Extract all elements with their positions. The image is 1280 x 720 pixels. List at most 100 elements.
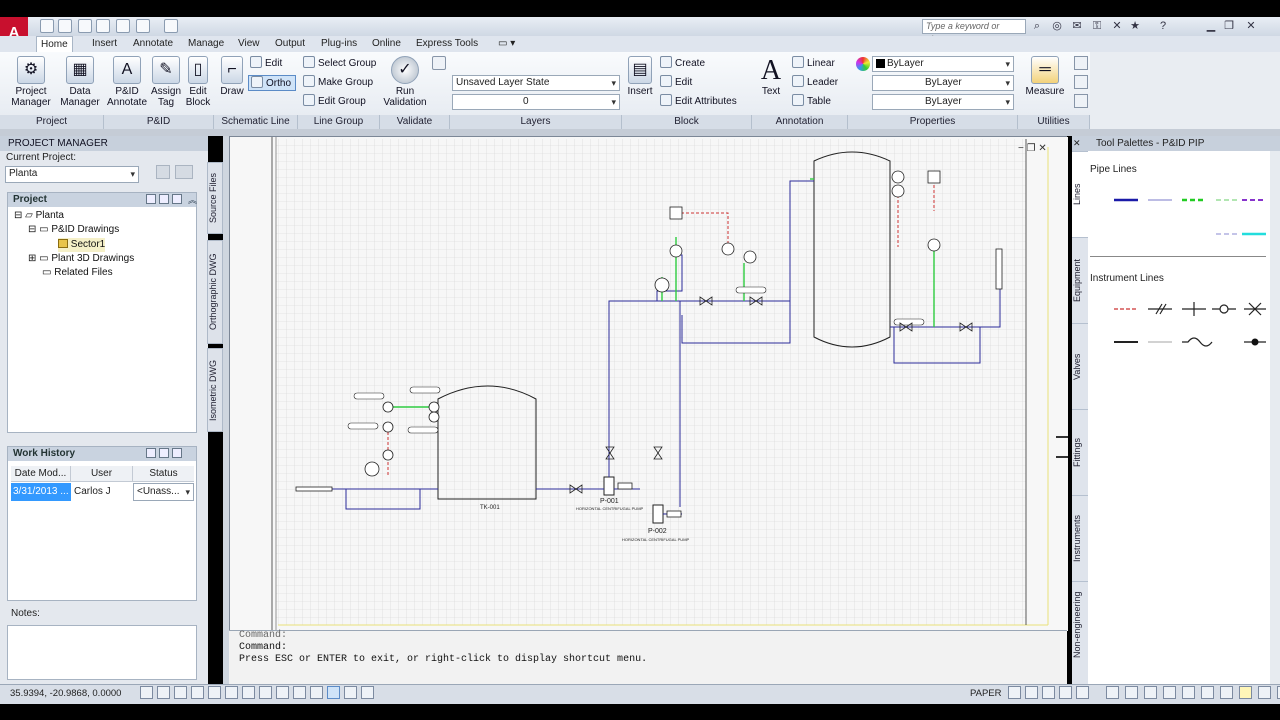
tab-insert[interactable]: Insert [88, 36, 121, 52]
tree-expand-icon[interactable] [146, 194, 156, 204]
edit-block-small-button[interactable]: Edit [660, 75, 692, 91]
data-manager-button[interactable]: ▦ Data Manager [58, 56, 102, 108]
create-block-button[interactable]: Create [660, 56, 705, 72]
tab-isometric-dwg[interactable]: Isometric DWG [207, 348, 223, 432]
draw-button[interactable]: ⌐ Draw [218, 56, 246, 97]
linear-dimension-button[interactable]: Linear [792, 56, 835, 72]
isolate-objects-icon[interactable] [1220, 686, 1233, 699]
restore-icon[interactable]: ❐ [1222, 19, 1236, 33]
tree-new-icon[interactable] [159, 194, 169, 204]
panel-block-title[interactable]: Block [622, 115, 752, 129]
id-point-icon[interactable] [1074, 94, 1088, 108]
select-group-button[interactable]: Select Group [303, 56, 376, 72]
tree-item-plant3d[interactable]: ⊞ ▭ Plant 3D Drawings [28, 252, 134, 266]
tab-online[interactable]: Online [368, 36, 405, 52]
table-row[interactable]: 3/31/2013 ... Carlos J <Unass... [11, 483, 194, 501]
palette-tab-fittings[interactable]: Fittings [1072, 409, 1088, 495]
project-tools-icon[interactable] [175, 165, 193, 179]
palette-tab-lines[interactable]: Lines [1072, 151, 1088, 237]
edit-group-button[interactable]: Edit Group [303, 94, 366, 110]
close-icon[interactable]: ✕ [1244, 19, 1258, 33]
ortho-mode-icon[interactable] [191, 686, 204, 699]
tree-item-sector1[interactable]: Sector1 [58, 238, 106, 252]
tab-express-tools[interactable]: Express Tools [412, 36, 482, 52]
hardware-acceleration-icon[interactable] [1201, 686, 1214, 699]
collapse-chevron-icon[interactable]: ︽ [188, 193, 197, 206]
ortho-button[interactable]: Ortho [248, 75, 296, 91]
infer-constraints-icon[interactable] [140, 686, 153, 699]
wh-close-icon[interactable] [172, 448, 182, 458]
tab-view[interactable]: View [234, 36, 264, 52]
otrack-icon[interactable] [259, 686, 272, 699]
col-status[interactable]: Status [133, 466, 194, 481]
col-user[interactable]: User [71, 466, 133, 481]
palette-tab-valves[interactable]: Valves [1072, 323, 1088, 409]
redo-icon[interactable] [164, 19, 178, 33]
pid-annotate-button[interactable]: A P&ID Annotate [106, 56, 148, 108]
communication-icon[interactable]: ✉ [1070, 19, 1084, 33]
project-manager-button[interactable]: ⚙ Project Manager [8, 56, 54, 108]
wh-edit-icon[interactable] [159, 448, 169, 458]
tree-refresh-icon[interactable] [172, 194, 182, 204]
subscription-icon[interactable]: ◎ [1050, 19, 1064, 33]
tab-orthographic-dwg[interactable]: Orthographic DWG [207, 240, 223, 344]
assign-tag-button[interactable]: ✎ Assign Tag [148, 56, 184, 108]
text-button[interactable]: A Text [756, 56, 786, 98]
palette-tab-non-engineering[interactable]: Non-engineering [1072, 581, 1088, 667]
exchange-icon[interactable]: ✕ [1110, 19, 1124, 33]
status-menu-icon[interactable] [1258, 686, 1271, 699]
lineweight-icon[interactable] [310, 686, 323, 699]
signin-icon[interactable]: ⚿ [1090, 19, 1104, 33]
3d-osnap-icon[interactable] [242, 686, 255, 699]
make-group-button[interactable]: Make Group [303, 75, 373, 91]
ribbon-toggle-icon[interactable]: ▭ ▾ [494, 36, 519, 52]
measure-button[interactable]: ═ Measure [1024, 56, 1066, 97]
pan-icon[interactable] [1042, 686, 1055, 699]
palette-close-icon[interactable]: ✕ [1073, 138, 1085, 149]
polar-icon[interactable] [208, 686, 221, 699]
palette-scrollbar[interactable] [1270, 151, 1280, 684]
lock-icon[interactable] [1182, 686, 1195, 699]
plot-icon[interactable] [116, 19, 130, 33]
workspace-icon[interactable] [1163, 686, 1176, 699]
wh-view-icon[interactable] [146, 448, 156, 458]
row-status-dropdown[interactable]: <Unass... [133, 483, 194, 501]
quick-select-icon[interactable] [1074, 56, 1088, 70]
edit-attributes-button[interactable]: Edit Attributes [660, 94, 737, 110]
dyn-icon[interactable] [293, 686, 306, 699]
annotation-scale-icon[interactable] [1125, 686, 1138, 699]
maximize-viewport-icon[interactable] [1106, 686, 1119, 699]
drawing-canvas[interactable]: − ❐ ✕ TK-001 P-001 HORIZONTAL CENTRIFUGA… [229, 136, 1068, 631]
lineweight-dropdown[interactable]: ByLayer [872, 94, 1014, 110]
col-date[interactable]: Date Mod... [11, 466, 71, 481]
tab-home[interactable]: Home [36, 36, 73, 52]
palette-tab-instruments[interactable]: Instruments [1072, 495, 1088, 581]
quick-view-layouts-icon[interactable] [1008, 686, 1021, 699]
search-input[interactable]: Type a keyword or phrase [922, 19, 1026, 44]
zoom-icon[interactable] [1059, 686, 1072, 699]
palette-tab-equipment[interactable]: Equipment [1072, 237, 1088, 323]
panel-annotation-title[interactable]: Annotation [752, 115, 848, 129]
edit-block-button[interactable]: ▯ Edit Block [184, 56, 212, 108]
save-icon[interactable] [78, 19, 92, 33]
instrument-line-tools[interactable] [1108, 298, 1272, 352]
edit-line-button[interactable]: Edit [250, 56, 282, 72]
table-button[interactable]: Table [792, 94, 831, 110]
new-icon[interactable] [40, 19, 54, 33]
linetype-dropdown[interactable]: ByLayer [872, 75, 1014, 91]
tab-source-files[interactable]: Source Files [207, 162, 223, 234]
project-settings-icon[interactable] [156, 165, 170, 179]
undo-icon[interactable] [136, 19, 150, 33]
transparency-icon[interactable] [327, 686, 340, 699]
steering-wheel-icon[interactable] [1076, 686, 1089, 699]
layer-dropdown[interactable]: 0 [452, 94, 620, 110]
paper-model-toggle[interactable]: PAPER [970, 688, 1002, 699]
selection-cycling-icon[interactable] [361, 686, 374, 699]
command-line[interactable]: Command: Command: Press ESC or ENTER to … [229, 630, 1067, 684]
notes-textarea[interactable] [7, 625, 197, 680]
viewport-controls[interactable]: − ❐ ✕ [1018, 143, 1047, 154]
calculator-icon[interactable] [1074, 75, 1088, 89]
tree-item-related-files[interactable]: ▭ Related Files [42, 266, 113, 280]
tab-plugins[interactable]: Plug-ins [317, 36, 361, 52]
layer-state-dropdown[interactable]: Unsaved Layer State [452, 75, 620, 91]
